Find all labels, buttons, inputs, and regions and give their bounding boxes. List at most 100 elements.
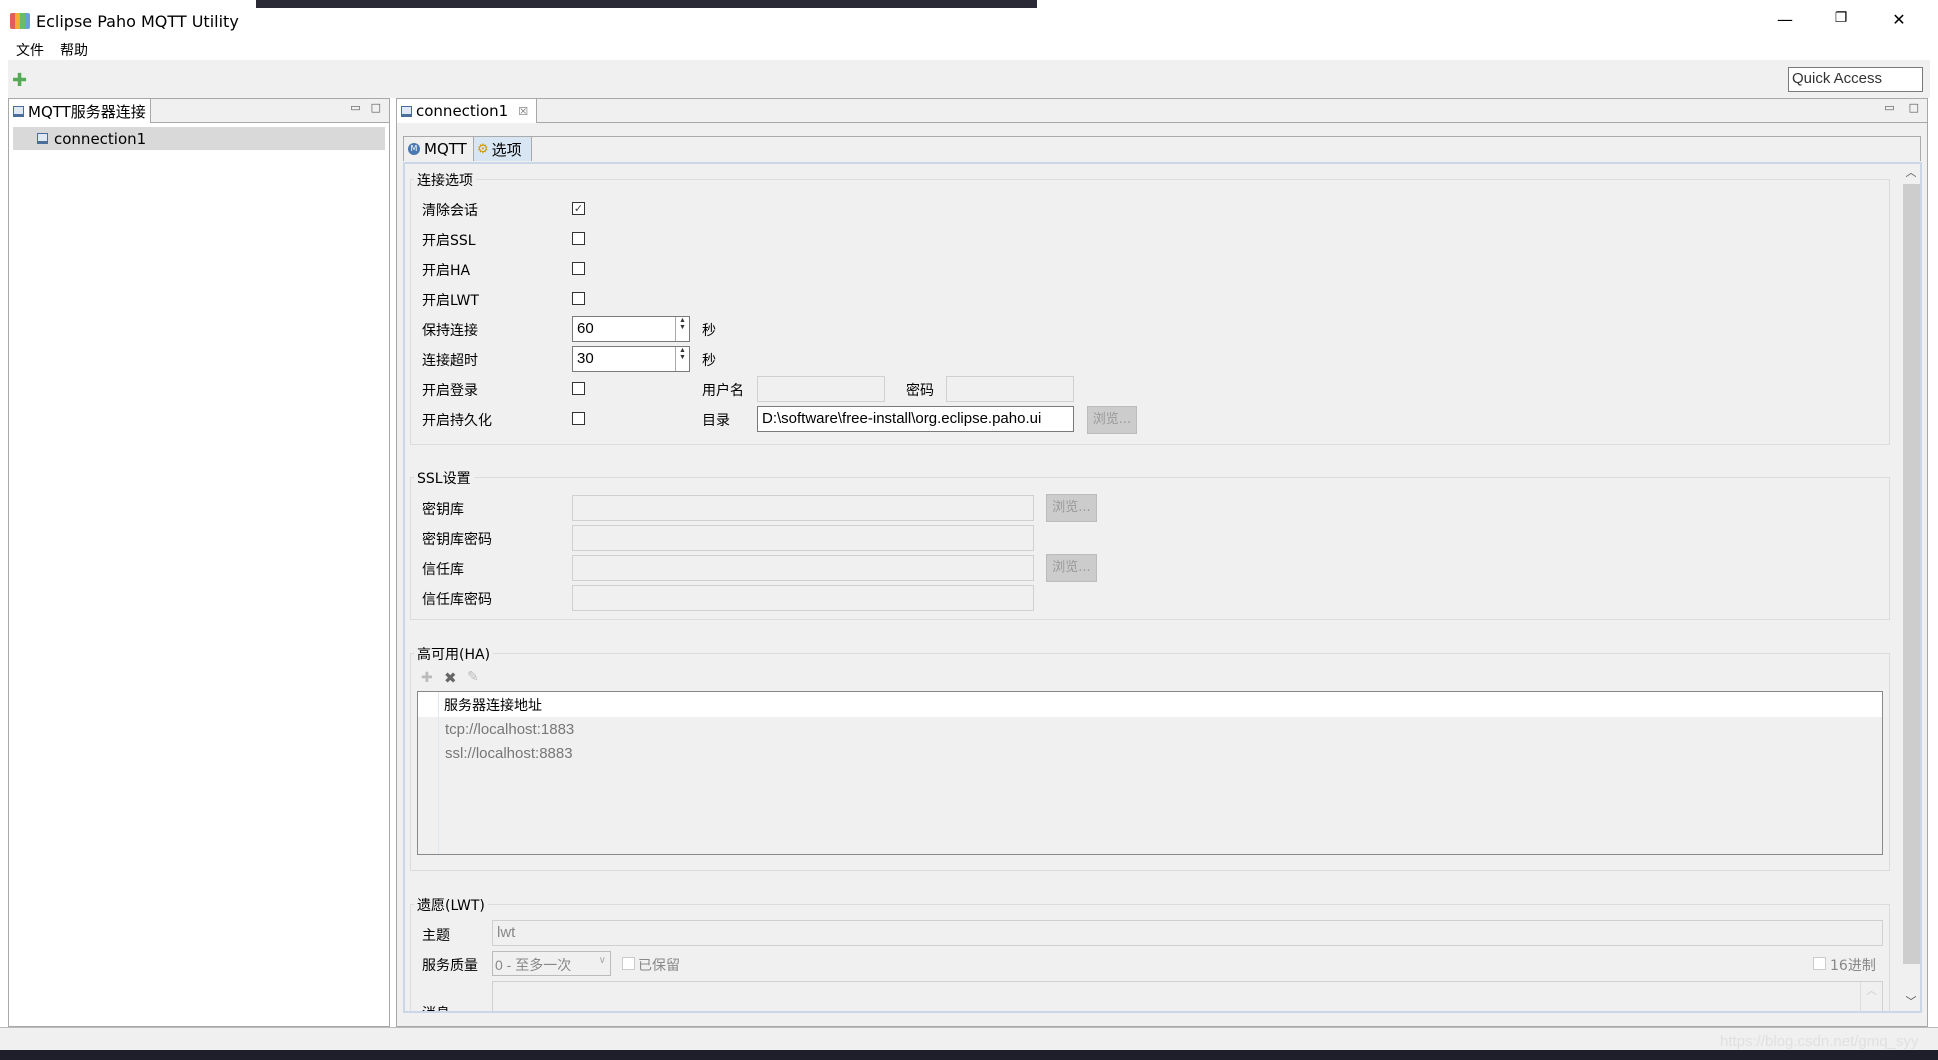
table-row[interactable]: ssl://localhost:8883 xyxy=(418,741,1882,765)
minimize-view-icon[interactable]: ▭ xyxy=(1884,101,1894,122)
table-header: 服务器连接地址 xyxy=(418,692,1882,717)
restore-button[interactable]: ❐ xyxy=(1826,10,1856,34)
close-button[interactable]: ✕ xyxy=(1884,10,1914,34)
minimize-view-icon[interactable]: ▭ xyxy=(350,101,360,122)
connections-panel: MQTT服务器连接 ▭ □ connection1 xyxy=(8,98,390,1027)
group-title: 遗愿(LWT) xyxy=(414,895,488,915)
menu-file[interactable]: 文件 xyxy=(16,40,44,60)
persistence-label: 开启持久化 xyxy=(422,413,492,429)
keystore-browse-button[interactable]: 浏览... xyxy=(1046,494,1097,522)
lwt-checkbox[interactable] xyxy=(572,292,585,305)
spinner-arrows-icon[interactable]: ▲ ▼ xyxy=(675,347,689,371)
keepalive-spinner[interactable]: 60 ▲ ▼ xyxy=(572,316,690,342)
monitor-icon xyxy=(401,105,412,117)
qos-select[interactable]: 0 - 至多一次 ∨ xyxy=(492,951,611,976)
tab-label: MQTT服务器连接 xyxy=(28,102,146,121)
tab-connection1[interactable]: connection1 ☒ xyxy=(397,99,537,123)
status-bar xyxy=(0,1027,1938,1050)
retained-checkbox[interactable] xyxy=(622,957,635,970)
monitor-icon xyxy=(13,105,24,117)
spinner-arrows-icon[interactable]: ▲ ▼ xyxy=(675,317,689,341)
username-input[interactable] xyxy=(757,376,885,402)
scroll-up-icon[interactable]: ︿ xyxy=(1860,982,1882,1011)
plus-icon[interactable]: ✚ xyxy=(12,70,27,91)
keystore-input[interactable] xyxy=(572,495,1034,521)
keystore-password-label: 密钥库密码 xyxy=(422,532,492,548)
maximize-view-icon[interactable]: □ xyxy=(371,101,381,122)
maximize-view-icon[interactable]: □ xyxy=(1909,101,1919,122)
toolbar xyxy=(8,60,1930,98)
directory-browse-button[interactable]: 浏览... xyxy=(1087,406,1137,434)
subtab-label: MQTT xyxy=(424,140,467,158)
column-header[interactable]: 服务器连接地址 xyxy=(444,698,542,714)
clean-session-checkbox[interactable]: ✓ xyxy=(572,202,585,215)
keepalive-label: 保持连接 xyxy=(422,323,478,339)
lwt-label: 开启LWT xyxy=(422,293,479,309)
monitor-icon xyxy=(37,133,48,144)
ha-server-table: 服务器连接地址 tcp://localhost:1883 ssl://local… xyxy=(417,691,1883,855)
ha-checkbox[interactable] xyxy=(572,262,585,275)
tree-item-label: connection1 xyxy=(54,129,147,148)
qos-value: 0 - 至多一次 xyxy=(495,957,572,973)
keepalive-unit: 秒 xyxy=(702,323,716,339)
delete-icon[interactable]: ✖ xyxy=(444,669,457,687)
timeout-unit: 秒 xyxy=(702,353,716,369)
mqtt-icon: M xyxy=(408,143,420,155)
chevron-down-icon: ∨ xyxy=(598,955,606,966)
add-icon[interactable]: ✚ xyxy=(421,670,433,686)
topic-input[interactable]: lwt xyxy=(492,920,1883,946)
directory-label: 目录 xyxy=(702,413,730,429)
hex-checkbox[interactable] xyxy=(1813,957,1826,970)
taskbar-strip xyxy=(0,1050,1938,1060)
keystore-label: 密钥库 xyxy=(422,502,464,518)
truststore-password-input[interactable] xyxy=(572,585,1034,611)
timeout-label: 连接超时 xyxy=(422,353,478,369)
close-tab-icon[interactable]: ☒ xyxy=(518,105,528,118)
password-input[interactable] xyxy=(946,376,1074,402)
panel-tab-bar: MQTT服务器连接 ▭ □ xyxy=(9,99,389,123)
scroll-down-icon[interactable]: ﹀ xyxy=(1902,993,1920,1009)
login-label: 开启登录 xyxy=(422,383,478,399)
subtab-options[interactable]: ⚙ 选项 xyxy=(474,137,532,161)
timeout-value: 30 xyxy=(577,350,594,367)
edit-icon[interactable]: ✎ xyxy=(467,669,479,685)
ssl-label: 开启SSL xyxy=(422,233,476,249)
vertical-scrollbar[interactable]: ︿ ﹀ xyxy=(1902,164,1920,1011)
qos-label: 服务质量 xyxy=(422,958,478,974)
persistence-checkbox[interactable] xyxy=(572,412,585,425)
quick-access-input[interactable]: Quick Access xyxy=(1788,67,1923,92)
truststore-input[interactable] xyxy=(572,555,1034,581)
truststore-browse-button[interactable]: 浏览... xyxy=(1046,554,1097,582)
table-row[interactable]: tcp://localhost:1883 xyxy=(418,717,1882,741)
message-label: 消息 xyxy=(422,1003,450,1011)
subtab-mqtt[interactable]: M MQTT xyxy=(404,137,474,161)
topic-label: 主题 xyxy=(422,928,450,944)
ssl-checkbox[interactable] xyxy=(572,232,585,245)
tree-item-connection1[interactable]: connection1 xyxy=(13,127,385,150)
menu-help[interactable]: 帮助 xyxy=(60,40,88,60)
gear-icon: ⚙ xyxy=(477,141,489,157)
scrollbar-thumb[interactable] xyxy=(1903,184,1920,964)
login-checkbox[interactable] xyxy=(572,382,585,395)
message-input[interactable]: ︿ xyxy=(492,981,1883,1011)
truststore-label: 信任库 xyxy=(422,562,464,578)
tab-connections[interactable]: MQTT服务器连接 xyxy=(9,99,151,123)
ha-label: 开启HA xyxy=(422,263,471,279)
retained-label: 已保留 xyxy=(638,958,680,974)
app-icon xyxy=(10,13,30,29)
password-label: 密码 xyxy=(906,383,934,399)
subtab-bar: M MQTT ⚙ 选项 xyxy=(403,136,1921,161)
scroll-up-icon[interactable]: ︿ xyxy=(1902,164,1920,180)
watermark: https://blog.csdn.net/gmq_syy xyxy=(1720,1033,1919,1050)
group-title: 连接选项 xyxy=(414,170,476,190)
truststore-password-label: 信任库密码 xyxy=(422,592,492,608)
keystore-password-input[interactable] xyxy=(572,525,1034,551)
clean-session-label: 清除会话 xyxy=(422,203,478,219)
directory-input[interactable]: D:\software\free-install\org.eclipse.pah… xyxy=(757,406,1074,432)
editor-tab-bar: connection1 ☒ ▭ □ xyxy=(397,99,1927,123)
timeout-spinner[interactable]: 30 ▲ ▼ xyxy=(572,346,690,372)
tab-label: connection1 xyxy=(416,102,509,120)
background-strip xyxy=(256,0,1037,8)
connection-options-group xyxy=(410,179,1890,445)
minimize-button[interactable]: — xyxy=(1770,10,1800,34)
